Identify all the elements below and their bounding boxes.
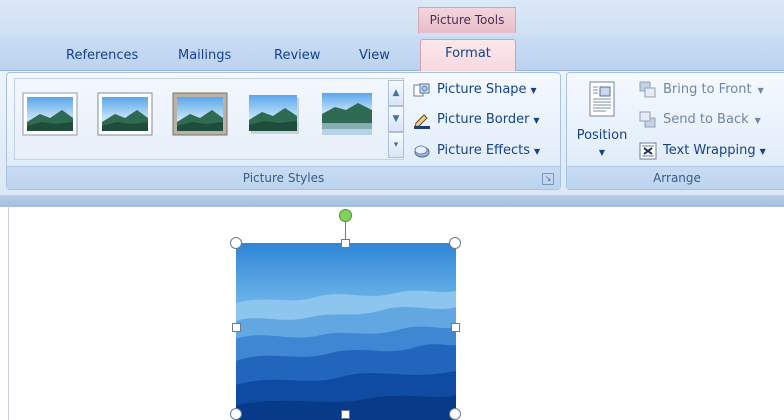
resize-handle-left[interactable] [232, 323, 241, 332]
text-wrapping-button[interactable]: Text Wrapping ▼ [639, 140, 766, 162]
selected-picture[interactable] [236, 243, 456, 420]
position-label: Position [576, 128, 628, 143]
arrange-label: Arrange [567, 166, 784, 189]
tab-references[interactable]: References [66, 46, 138, 70]
picture-shape-label: Picture Shape [437, 82, 527, 97]
style-thumb-reflected[interactable] [320, 92, 376, 138]
resize-handle-top-right[interactable] [449, 237, 461, 249]
bring-to-front-icon [639, 81, 656, 97]
picture-border-button[interactable]: Picture Border ▼ [413, 109, 540, 131]
picture-border-icon [414, 113, 430, 129]
ribbon-bottom-strip [0, 195, 784, 207]
title-area [0, 0, 784, 36]
tab-review[interactable]: Review [274, 46, 320, 70]
position-dropdown-arrow: ▼ [598, 148, 606, 157]
style-thumb-beveled-frame[interactable] [172, 92, 228, 138]
picture-effects-button[interactable]: Picture Effects ▼ [413, 140, 540, 162]
bring-to-front-label: Bring to Front [663, 82, 752, 97]
bring-to-front-button[interactable]: Bring to Front ▼ [639, 79, 764, 101]
tab-mailings[interactable]: Mailings [178, 46, 231, 70]
resize-handle-bottom-right[interactable] [449, 408, 461, 420]
position-button[interactable]: Position ▼ [571, 78, 633, 166]
picture-border-label: Picture Border [437, 112, 530, 127]
style-thumb-simple-frame[interactable] [22, 92, 78, 138]
send-to-back-icon [639, 111, 656, 127]
resize-handle-bottom[interactable] [341, 410, 350, 419]
rotation-handle[interactable] [339, 209, 352, 222]
send-to-back-button[interactable]: Send to Back ▼ [639, 109, 761, 131]
text-wrapping-label: Text Wrapping [663, 143, 756, 158]
picture-styles-dialog-launcher[interactable]: ↘ [542, 173, 554, 185]
picture-shape-icon [413, 83, 430, 96]
text-wrapping-icon [639, 142, 657, 159]
resize-handle-top-left[interactable] [230, 237, 242, 249]
resize-handle-top[interactable] [341, 239, 350, 248]
picture-effects-icon [414, 145, 430, 157]
style-thumb-soft-frame[interactable] [97, 92, 153, 138]
position-icon [589, 81, 615, 117]
tab-format[interactable]: Format [420, 39, 516, 71]
picture-shape-button[interactable]: Picture Shape ▼ [413, 79, 537, 101]
gallery-more-button[interactable]: ▾ [388, 132, 404, 158]
gallery-scroll-up-button[interactable]: ▲ [388, 80, 404, 106]
tab-view[interactable]: View [359, 46, 390, 70]
picture-tools-context-label: Picture Tools [418, 7, 516, 33]
resize-handle-bottom-left[interactable] [230, 408, 242, 420]
picture-styles-label: Picture Styles [7, 166, 560, 189]
send-to-back-label: Send to Back [663, 112, 749, 127]
resize-handle-right[interactable] [451, 323, 460, 332]
page-left-edge [8, 207, 9, 420]
style-thumb-drop-shadow[interactable] [247, 92, 303, 138]
picture-effects-label: Picture Effects [437, 143, 531, 158]
gallery-scroll-down-button[interactable]: ▼ [388, 106, 404, 132]
